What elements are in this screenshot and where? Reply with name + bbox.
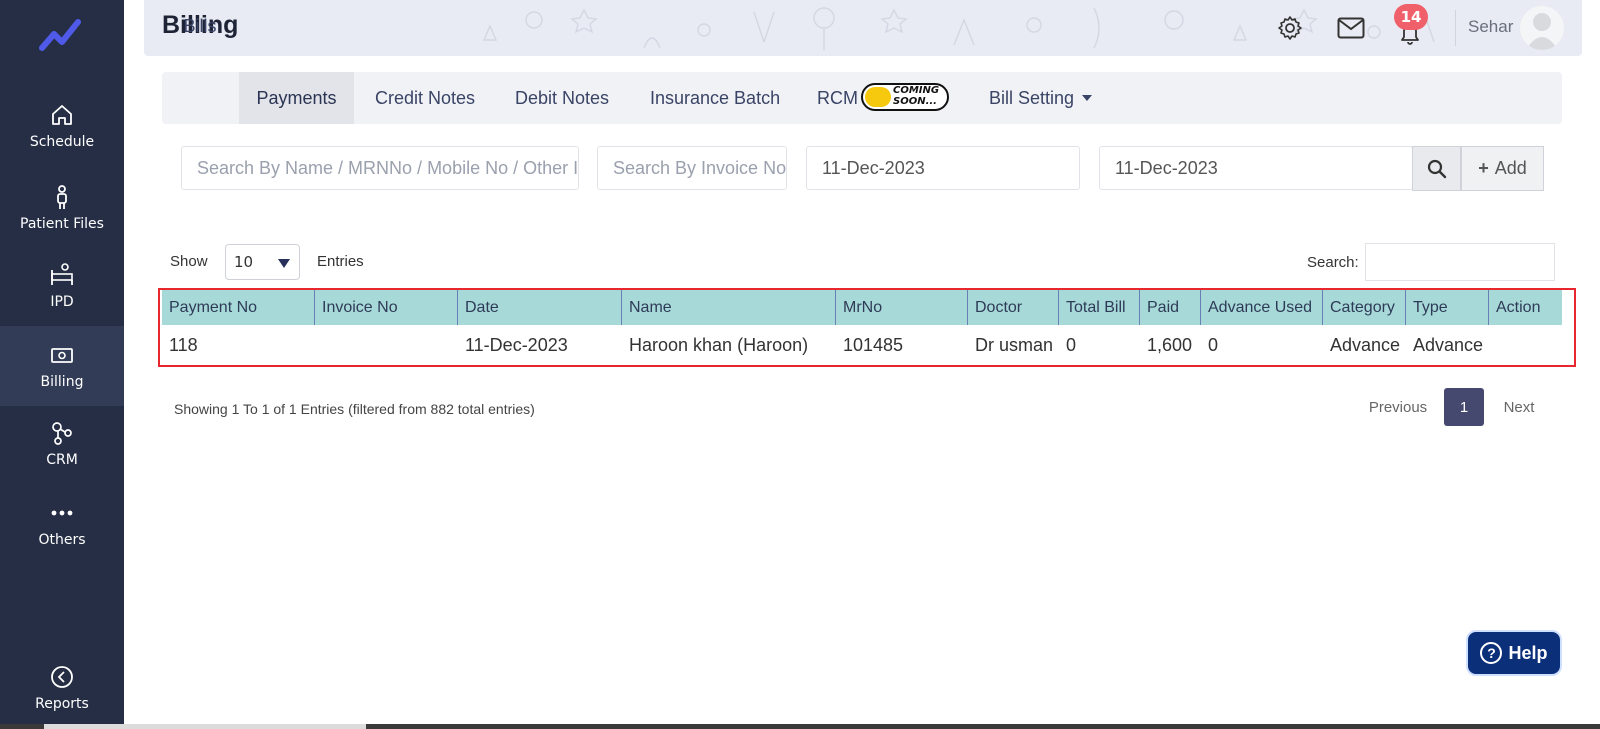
entries-selected-value: 10 [234,253,254,271]
notification-badge: 14 [1394,4,1428,30]
sidebar-item-label: Schedule [29,134,95,150]
gear-icon [1278,16,1302,40]
search-icon [1427,159,1446,178]
tab-credit-notes[interactable]: Credit Notes [375,72,475,124]
cell-doctor: Dr usman [975,335,1054,355]
cell-name: Haroon khan (Haroon) [629,335,809,355]
column-header[interactable]: Advance Used [1201,290,1323,325]
search-button[interactable] [1412,146,1461,191]
money-icon [51,348,73,363]
table-header: Payment No Invoice No Date Name MrNo Doc… [162,290,1562,325]
trend-logo-icon[interactable] [38,14,86,54]
sidebar-item-patient-files[interactable]: Patient Files [0,170,124,246]
sidebar-item-label: Others [38,532,86,548]
page-header: Billing [144,0,1582,56]
tab-bill-setting[interactable]: Bill Setting [989,72,1093,124]
cell-invoice-no [315,325,322,366]
table-row[interactable]: 118 11-Dec-2023 Haroon khan (Haroon) 101… [162,325,1562,366]
table-search-input[interactable] [1365,243,1555,281]
sidebar-item-label: CRM [46,452,78,468]
column-header[interactable]: Type [1406,290,1489,325]
tab-debit-notes[interactable]: Debit Notes [515,72,609,124]
cell-advance-used: 0 [1208,335,1219,355]
sidebar-item-reports[interactable]: Reports [0,650,124,726]
help-button[interactable]: ? Help [1466,630,1562,676]
cell-type: Advance [1413,335,1484,355]
messages-button[interactable] [1336,13,1366,43]
sidebar-item-label: Reports [35,696,89,712]
user-name[interactable]: Sehar [1468,17,1513,37]
column-header[interactable]: Invoice No [315,290,458,325]
next-page-button[interactable]: Next [1496,388,1542,426]
question-icon: ? [1480,642,1503,664]
home-icon [52,105,72,125]
decoration-pattern [482,7,1435,50]
plus-icon: + [1478,158,1489,178]
bottom-bar [0,724,1600,729]
coming-soon-badge: COMING SOON... [861,83,949,111]
sidebar-item-label: Billing [40,374,84,390]
caret-down-icon [1082,95,1093,101]
tab-payments[interactable]: Payments [239,72,354,124]
help-label: Help [1508,642,1548,663]
cell-payment-no: 118 [169,335,198,355]
soon-text: SOON... [893,96,937,107]
table-search-label: Search: [1307,254,1359,271]
search-invoice-input[interactable]: Search By Invoice No [597,146,787,190]
dropdown-triangle-icon [278,259,290,268]
entries-label: Entries [317,253,364,270]
tab-rcm[interactable]: RCM [817,72,858,124]
tab-insurance-batch[interactable]: Insurance Batch [650,72,780,124]
column-header[interactable]: Total Bill [1059,290,1140,325]
tab-bill-setting-label: Bill Setting [989,87,1075,108]
add-label: Add [1494,158,1527,178]
cell-category: Advance [1330,335,1401,355]
column-header[interactable]: Payment No [162,290,315,325]
sidebar-item-label: IPD [50,294,74,310]
table-info: Showing 1 To 1 of 1 Entries (filtered fr… [174,401,535,417]
person-icon [57,185,67,209]
network-icon [52,422,72,445]
page-1-button[interactable]: 1 [1444,388,1484,426]
column-header[interactable]: Name [622,290,836,325]
column-header[interactable]: Category [1323,290,1406,325]
cell-mrno: 101485 [843,335,904,355]
bed-icon [51,263,73,285]
sidebar-item-crm[interactable]: CRM [0,406,124,482]
show-label: Show [170,253,208,270]
cell-date: 11-Dec-2023 [465,335,568,355]
date-to-input[interactable]: 11-Dec-2023 [1099,146,1413,190]
header-divider [1455,10,1456,46]
scrollbar-track[interactable] [1582,0,1600,729]
megaphone-icon [865,87,891,107]
column-header[interactable]: Paid [1140,290,1201,325]
column-header[interactable]: Doctor [968,290,1059,325]
sidebar-item-label: Patient Files [20,216,104,232]
previous-page-button[interactable]: Previous [1362,388,1434,426]
gauge-icon [51,666,73,688]
dots-icon [51,510,73,516]
cell-action[interactable] [1489,325,1496,366]
cell-total-bill: 0 [1066,335,1077,355]
search-name-input[interactable]: Search By Name / MRNNo / Mobile No / Oth… [181,146,579,190]
entries-select[interactable]: 10 [225,244,300,280]
sidebar: Schedule Patient Files IPD Billing CRM O… [0,0,124,729]
column-header[interactable]: Date [458,290,622,325]
sidebar-item-billing[interactable]: Billing [0,326,124,406]
user-avatar-icon [1526,13,1558,50]
sidebar-item-others[interactable]: Others [0,486,124,562]
date-from-input[interactable]: 11-Dec-2023 [806,146,1080,190]
add-button[interactable]: + Add [1461,146,1544,191]
column-header[interactable]: MrNo [836,290,968,325]
sidebar-item-schedule[interactable]: Schedule [0,88,124,164]
settings-button[interactable] [1275,13,1305,43]
tab-bills[interactable]: Bills [162,0,238,52]
coming-text: COMING [893,85,940,96]
cell-paid: 1,600 [1147,335,1193,355]
column-header[interactable]: Action [1489,290,1562,325]
sidebar-item-ipd[interactable]: IPD [0,248,124,324]
mail-icon [1337,17,1365,39]
avatar[interactable] [1520,6,1564,50]
